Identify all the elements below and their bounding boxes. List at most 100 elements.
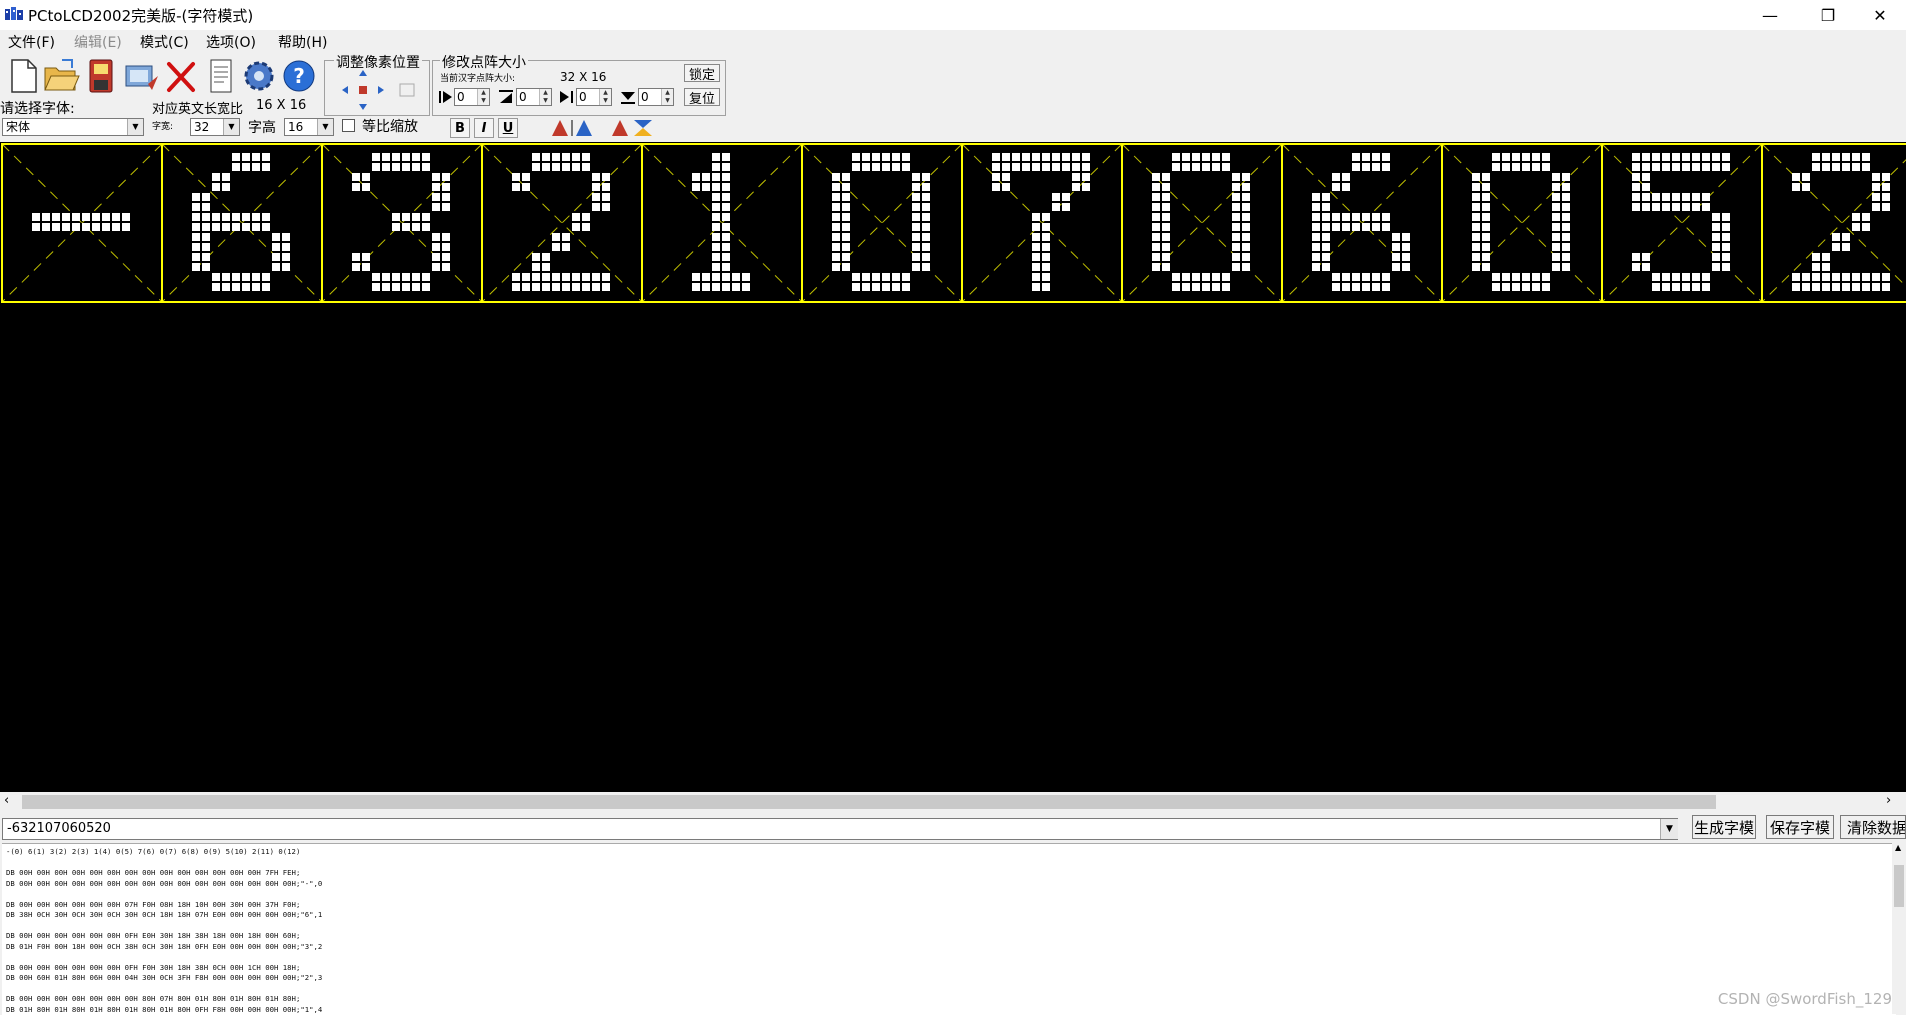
pixel-dot[interactable] [522, 283, 530, 291]
pixel-dot[interactable] [832, 213, 840, 221]
pixel-dot[interactable] [592, 173, 600, 181]
pixel-dot[interactable] [222, 173, 230, 181]
pixel-dot[interactable] [922, 263, 930, 271]
pixel-dot[interactable] [1402, 263, 1410, 271]
pixel-dot[interactable] [1082, 163, 1090, 171]
char-cell[interactable] [1121, 143, 1283, 303]
pixel-dot[interactable] [72, 223, 80, 231]
pixel-dot[interactable] [1632, 203, 1640, 211]
pixel-dot[interactable] [1152, 243, 1160, 251]
pixel-dot[interactable] [1652, 163, 1660, 171]
pixel-dot[interactable] [1502, 283, 1510, 291]
pixel-dot[interactable] [1712, 223, 1720, 231]
underline-button[interactable]: U [498, 118, 518, 138]
pixel-dot[interactable] [1472, 203, 1480, 211]
pixel-dot[interactable] [372, 153, 380, 161]
pixel-dot[interactable] [32, 213, 40, 221]
pixel-dot[interactable] [1042, 283, 1050, 291]
pixel-dot[interactable] [1512, 163, 1520, 171]
bold-button[interactable]: B [450, 118, 470, 138]
pixel-dot[interactable] [1172, 153, 1180, 161]
pixel-dot[interactable] [1512, 283, 1520, 291]
pixel-dot[interactable] [1562, 233, 1570, 241]
pixel-dot[interactable] [1312, 193, 1320, 201]
pixel-dot[interactable] [692, 173, 700, 181]
pixel-dot[interactable] [922, 173, 930, 181]
pixel-dot[interactable] [1392, 253, 1400, 261]
pixel-dot[interactable] [122, 223, 130, 231]
pixel-dot[interactable] [1332, 223, 1340, 231]
pixel-dot[interactable] [1522, 153, 1530, 161]
pixel-dot[interactable] [1882, 203, 1890, 211]
pixel-dot[interactable] [1542, 163, 1550, 171]
pixel-dot[interactable] [592, 283, 600, 291]
pixel-dot[interactable] [1632, 163, 1640, 171]
pixel-dot[interactable] [382, 283, 390, 291]
pixel-dot[interactable] [1632, 183, 1640, 191]
pixel-dot[interactable] [892, 283, 900, 291]
pixel-dot[interactable] [1682, 153, 1690, 161]
pixel-dot[interactable] [542, 253, 550, 261]
pixel-dot[interactable] [862, 273, 870, 281]
pixel-dot[interactable] [1322, 253, 1330, 261]
pixel-dot[interactable] [1342, 173, 1350, 181]
pixel-dot[interactable] [1312, 243, 1320, 251]
scroll-up-icon[interactable]: ▲ [1895, 843, 1901, 852]
settings-gear-icon[interactable] [240, 56, 278, 96]
pixel-dot[interactable] [562, 163, 570, 171]
pixel-dot[interactable] [992, 183, 1000, 191]
pixel-dot[interactable] [1842, 163, 1850, 171]
pixel-dot[interactable] [242, 223, 250, 231]
proportional-checkbox[interactable] [342, 119, 355, 132]
pixel-dot[interactable] [1682, 163, 1690, 171]
pixel-dot[interactable] [712, 153, 720, 161]
pixel-dot[interactable] [1672, 283, 1680, 291]
pixel-dot[interactable] [1332, 213, 1340, 221]
pixel-dot[interactable] [1402, 233, 1410, 241]
pixel-dot[interactable] [402, 163, 410, 171]
pixel-dot[interactable] [852, 153, 860, 161]
pixel-dot[interactable] [1672, 203, 1680, 211]
save-font-button[interactable]: 保存字模 [1766, 815, 1834, 839]
pixel-dot[interactable] [872, 283, 880, 291]
pixel-dot[interactable] [852, 273, 860, 281]
pixel-dot[interactable] [1642, 163, 1650, 171]
pixel-dot[interactable] [582, 163, 590, 171]
pixel-dot[interactable] [842, 213, 850, 221]
pixel-dot[interactable] [1002, 153, 1010, 161]
pixel-dot[interactable] [192, 263, 200, 271]
help-icon[interactable]: ? [280, 56, 318, 96]
pixel-dot[interactable] [442, 233, 450, 241]
pixel-dot[interactable] [1562, 243, 1570, 251]
pixel-dot[interactable] [252, 283, 260, 291]
pixel-dot[interactable] [1652, 283, 1660, 291]
pixel-dot[interactable] [1552, 243, 1560, 251]
pixel-dot[interactable] [1072, 163, 1080, 171]
pixel-dot[interactable] [912, 173, 920, 181]
pixel-dot[interactable] [1652, 193, 1660, 201]
pixel-dot[interactable] [362, 173, 370, 181]
pixel-dot[interactable] [112, 213, 120, 221]
pixel-dot[interactable] [1342, 213, 1350, 221]
pixel-dot[interactable] [1812, 163, 1820, 171]
pixel-dot[interactable] [1202, 283, 1210, 291]
pixel-dot[interactable] [1012, 163, 1020, 171]
pixel-dot[interactable] [892, 273, 900, 281]
pixel-dot[interactable] [1672, 153, 1680, 161]
pixel-dot[interactable] [242, 163, 250, 171]
pixel-dot[interactable] [1212, 273, 1220, 281]
pixel-dot[interactable] [1832, 163, 1840, 171]
pixel-dot[interactable] [1162, 203, 1170, 211]
pixel-dot[interactable] [1542, 153, 1550, 161]
pixel-dot[interactable] [852, 283, 860, 291]
pixel-dot[interactable] [842, 263, 850, 271]
pixel-dot[interactable] [242, 283, 250, 291]
pixel-dot[interactable] [1512, 153, 1520, 161]
pixel-dot[interactable] [1832, 273, 1840, 281]
pixel-dot[interactable] [1392, 263, 1400, 271]
pixel-dot[interactable] [1032, 253, 1040, 261]
pixel-dot[interactable] [592, 193, 600, 201]
char-cell[interactable] [1, 143, 163, 303]
pixel-dot[interactable] [1712, 233, 1720, 241]
pixel-dot[interactable] [432, 243, 440, 251]
